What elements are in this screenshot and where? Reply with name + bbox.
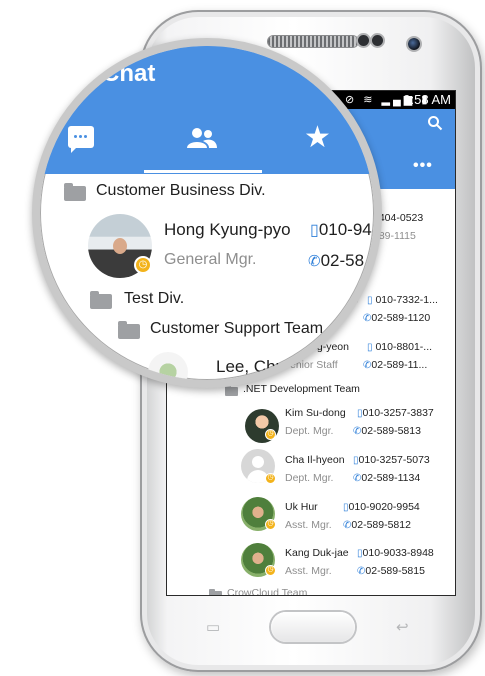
office-phone-icon: ✆ xyxy=(308,253,321,270)
contact-office[interactable]: ✆02-589-5815 xyxy=(357,565,425,577)
contact-office[interactable]: ✆02-589-5813 xyxy=(353,425,421,437)
contact-name[interactable]: Cha Il-hyeon xyxy=(285,454,345,466)
chat-tab-icon[interactable] xyxy=(68,126,94,153)
favorites-tab-star-icon[interactable]: ★ xyxy=(304,120,331,155)
contact-mobile[interactable]: ▯010-3257-5073 xyxy=(353,454,430,466)
contact-name[interactable]: Kang Duk-jae xyxy=(285,547,349,559)
contact-mobile[interactable]: ▯010-9020-9954 xyxy=(343,501,420,513)
partial-contact-name[interactable]: Lee, Chun xyxy=(216,357,294,377)
contact-office[interactable]: ✆02-589-1134 xyxy=(353,472,420,484)
clock-icon: ◷ xyxy=(265,519,276,530)
partial-contact-mobile-2[interactable]: ▯ 010-8801-... xyxy=(367,341,432,353)
clock-icon: ◷ xyxy=(265,565,276,576)
clock-icon: ◷ xyxy=(265,473,276,484)
more-options-icon[interactable]: ••• xyxy=(413,157,433,175)
contact-title: Asst. Mgr. xyxy=(285,565,332,577)
clock-icon: ◷ xyxy=(134,256,152,274)
bottom-team-header[interactable]: CrowCloud Team xyxy=(227,587,307,595)
magnifier-lens: Chat ★ Customer Business Div. ◷ Hong Kyu… xyxy=(32,38,382,388)
search-icon[interactable] xyxy=(427,115,443,136)
featured-contact-office[interactable]: ✆02-58 xyxy=(308,251,364,271)
contact-name[interactable]: Kim Su-dong xyxy=(285,407,346,419)
contact-office[interactable]: ✆02-589-5812 xyxy=(343,519,411,531)
contacts-tab-icon[interactable] xyxy=(185,126,219,150)
folder-icon xyxy=(118,321,140,339)
folder-icon xyxy=(90,291,112,309)
folder-icon xyxy=(225,385,238,396)
contact-title: Asst. Mgr. xyxy=(285,519,332,531)
group-header[interactable]: Customer Business Div. xyxy=(96,182,266,200)
featured-contact-title: General Mgr. xyxy=(164,251,257,268)
contact-title: Dept. Mgr. xyxy=(285,425,334,437)
menu-key-icon[interactable]: ▭ xyxy=(206,618,220,636)
folder-icon xyxy=(64,183,86,201)
clock-icon: ◷ xyxy=(265,429,276,440)
featured-contact-mobile[interactable]: ▯010-94 xyxy=(310,220,372,240)
light-sensor xyxy=(372,35,383,46)
contact-mobile[interactable]: ▯010-3257-3837 xyxy=(357,407,434,419)
contact-name[interactable]: Uk Hur xyxy=(285,501,318,513)
front-camera-icon xyxy=(408,38,420,50)
mobile-phone-icon: ▯ xyxy=(310,222,319,239)
active-tab-indicator xyxy=(144,170,262,173)
featured-contact-name[interactable]: Hong Kyung-pyo xyxy=(164,220,291,240)
partial-contact-mobile[interactable]: ▯ 010-7332-1... xyxy=(367,294,438,306)
team-header[interactable]: .NET Development Team xyxy=(243,383,360,395)
group-header[interactable]: Customer Support Team xyxy=(150,320,323,338)
group-header[interactable]: Test Div. xyxy=(124,290,184,308)
contact-mobile[interactable]: ▯010-9033-8948 xyxy=(357,547,434,559)
folder-icon xyxy=(209,589,222,595)
contact-title: Dept. Mgr. xyxy=(285,472,334,484)
home-button[interactable] xyxy=(271,612,355,642)
proximity-sensor xyxy=(358,35,369,46)
app-title: Chat xyxy=(102,60,156,87)
back-key-icon[interactable]: ↩ xyxy=(396,618,409,636)
